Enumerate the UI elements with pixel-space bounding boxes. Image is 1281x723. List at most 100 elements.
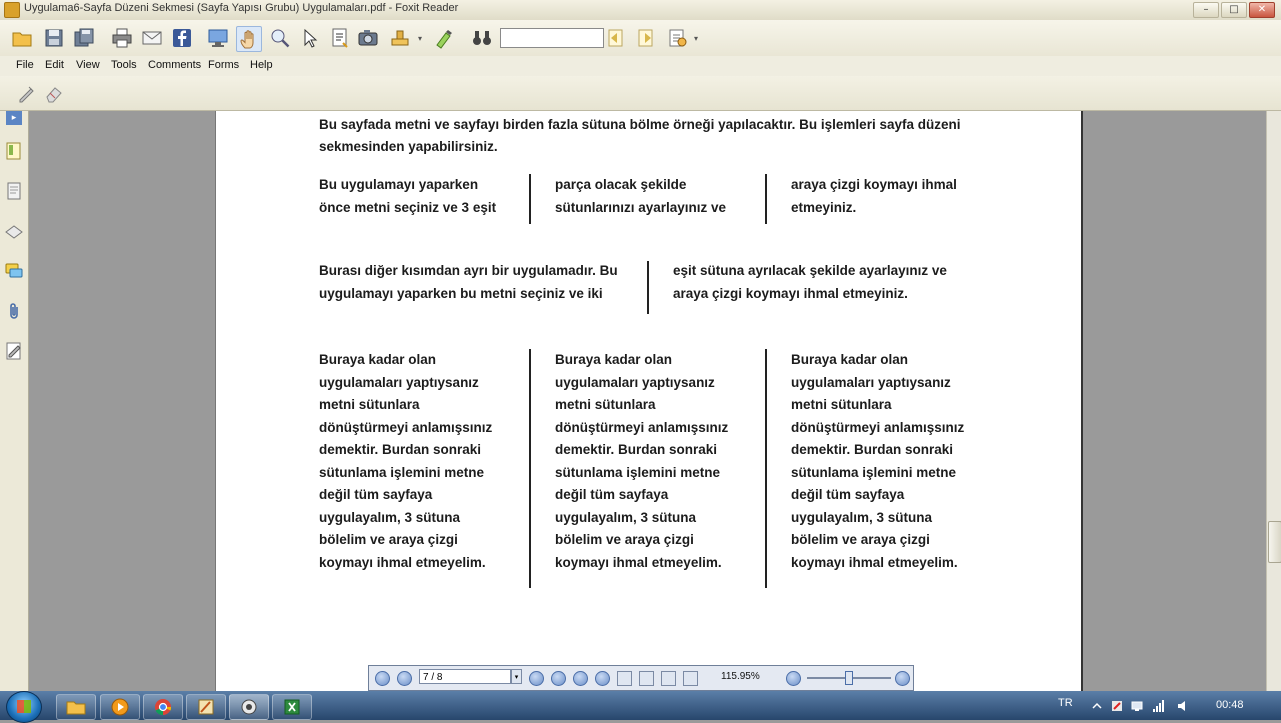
zoom-out-button[interactable] (786, 671, 801, 686)
page-navigation-bar: 7 / 8 ▾ 115.95% (368, 665, 914, 691)
pen-tool-icon[interactable] (14, 81, 38, 105)
section3-col1-line: bölelim ve araya çizgi (319, 532, 458, 547)
signatures-icon[interactable] (3, 339, 25, 363)
two-page-view-icon[interactable] (661, 671, 676, 686)
attachments-paperclip-icon[interactable] (3, 299, 25, 323)
section3-col2-line: bölelim ve araya çizgi (555, 532, 694, 547)
minimize-button[interactable]: – (1193, 2, 1219, 18)
zoom-tool-icon[interactable] (268, 26, 292, 50)
last-page-button[interactable] (551, 671, 566, 686)
section3-divider-1 (529, 349, 531, 588)
hand-tool-icon[interactable] (236, 26, 262, 52)
menu-tools[interactable]: Tools (111, 59, 137, 71)
zoom-slider-thumb[interactable] (845, 671, 853, 685)
section3-col1-line: metni sütunlara (319, 397, 420, 412)
select-text-icon[interactable] (328, 26, 352, 50)
stamp-dropdown-icon[interactable]: ▾ (418, 34, 422, 43)
section3-col3-line: bölelim ve araya çizgi (791, 532, 930, 547)
open-folder-icon[interactable] (10, 26, 34, 50)
menu-view[interactable]: View (76, 59, 100, 71)
section1-col1-line2: önce metni seçiniz ve 3 eşit (319, 200, 497, 215)
eraser-tool-icon[interactable] (42, 81, 66, 105)
monitor-icon[interactable] (206, 26, 230, 50)
show-hidden-icons-arrow-icon[interactable] (1090, 698, 1104, 712)
zoom-level[interactable]: 115.95% (721, 671, 760, 682)
pages-icon[interactable] (3, 179, 25, 203)
menu-file[interactable]: File (16, 59, 34, 71)
binoculars-search-icon[interactable] (470, 26, 494, 50)
menu-help[interactable]: Help (250, 59, 273, 71)
search-options-icon[interactable] (666, 26, 690, 50)
page-number-input[interactable]: 7 / 8 (419, 669, 511, 684)
email-icon[interactable] (140, 26, 164, 50)
section3-col2-line: uygulamaları yaptıysanız (555, 374, 715, 390)
section2-col2-line1: eşit sütuna ayrılacak şekilde ayarlayını… (673, 263, 947, 278)
save-all-icon[interactable] (72, 26, 96, 50)
taskbar-excel-icon[interactable] (272, 694, 312, 720)
find-previous-icon[interactable] (604, 26, 628, 50)
vertical-scrollbar[interactable] (1266, 111, 1281, 691)
print-icon[interactable] (110, 26, 134, 50)
select-arrow-icon[interactable] (298, 26, 322, 50)
typewriter-icon[interactable] (432, 26, 456, 50)
taskbar-chrome-icon[interactable] (143, 694, 183, 720)
snapshot-camera-icon[interactable] (356, 26, 380, 50)
foxit-app-icon (4, 2, 20, 18)
page-dropdown-icon[interactable]: ▾ (511, 669, 522, 684)
find-input[interactable] (500, 28, 604, 48)
continuous-view-icon[interactable] (683, 671, 698, 686)
windows-taskbar: TR 00:48 (0, 691, 1281, 723)
menu-comments[interactable]: Comments (148, 59, 201, 71)
window-controls: – □ ✕ (1193, 2, 1275, 18)
bookmarks-icon[interactable] (3, 139, 25, 163)
save-icon[interactable] (42, 26, 66, 50)
taskbar-recorder-icon[interactable] (229, 694, 269, 720)
start-button-icon[interactable] (6, 691, 42, 723)
zoom-in-button[interactable] (895, 671, 910, 686)
taskbar-foxit-icon[interactable] (186, 694, 226, 720)
tray-volume-icon[interactable] (1176, 698, 1190, 712)
next-view-button[interactable] (595, 671, 610, 686)
comments-icon[interactable] (3, 259, 25, 283)
search-options-dropdown-icon[interactable]: ▾ (694, 34, 698, 43)
section3-col2-line: değil tüm sayfaya (555, 487, 669, 502)
section3-col2-line: koymayı ihmal etmeyelim. (555, 554, 722, 570)
stamp-icon[interactable] (388, 26, 412, 50)
section3-col2-line: dönüştürmeyi anlamışsınız (555, 419, 729, 435)
left-navigation-panel: ▸ (0, 111, 29, 691)
section1-col2-line2: sütunlarınızı ayarlayınız ve (555, 200, 727, 215)
previous-page-button[interactable] (397, 671, 412, 686)
taskbar-explorer-icon[interactable] (56, 694, 96, 720)
fit-width-icon[interactable] (639, 671, 654, 686)
section3-col1-line: sütunlama işlemini metne (319, 464, 485, 480)
scrollbar-thumb[interactable] (1268, 521, 1281, 563)
taskbar-media-player-icon[interactable] (100, 694, 140, 720)
close-button[interactable]: ✕ (1249, 2, 1275, 18)
previous-view-button[interactable] (573, 671, 588, 686)
section2-col1-line2: uygulamayı yaparken bu metni seçiniz ve … (319, 286, 603, 301)
section1-col3-line2: etmeyiniz. (791, 200, 857, 215)
clock[interactable]: 00:48 (1216, 699, 1244, 711)
section3-col1-line: değil tüm sayfaya (319, 487, 433, 502)
section2-col1-line1: Burası diğer kısımdan ayrı bir uygulamad… (319, 263, 618, 278)
secondary-toolbar (0, 76, 1281, 111)
section3-col3-line: değil tüm sayfaya (791, 487, 905, 502)
section3-col1-line: uygulamaları yaptıysanız (319, 374, 479, 390)
section3-col3-line: demektir. Burdan sonraki (791, 442, 954, 457)
maximize-button[interactable]: □ (1221, 2, 1247, 18)
first-page-button[interactable] (375, 671, 390, 686)
tray-network-icon[interactable] (1130, 698, 1144, 712)
expand-panel-arrow-icon[interactable]: ▸ (6, 111, 22, 125)
next-page-button[interactable] (529, 671, 544, 686)
actual-size-icon[interactable] (617, 671, 632, 686)
menu-edit[interactable]: Edit (45, 59, 64, 71)
input-language-indicator[interactable]: TR (1058, 697, 1073, 709)
facebook-icon[interactable] (170, 26, 194, 50)
menu-forms[interactable]: Forms (208, 59, 239, 71)
tray-signal-icon[interactable] (1152, 698, 1166, 712)
find-next-icon[interactable] (634, 26, 658, 50)
section3-col2-line: uygulayalım, 3 sütuna (555, 509, 697, 525)
section1-col2-line1: parça olacak şekilde (555, 177, 687, 192)
layers-icon[interactable] (3, 219, 25, 243)
tray-action-center-icon[interactable] (1110, 698, 1124, 712)
